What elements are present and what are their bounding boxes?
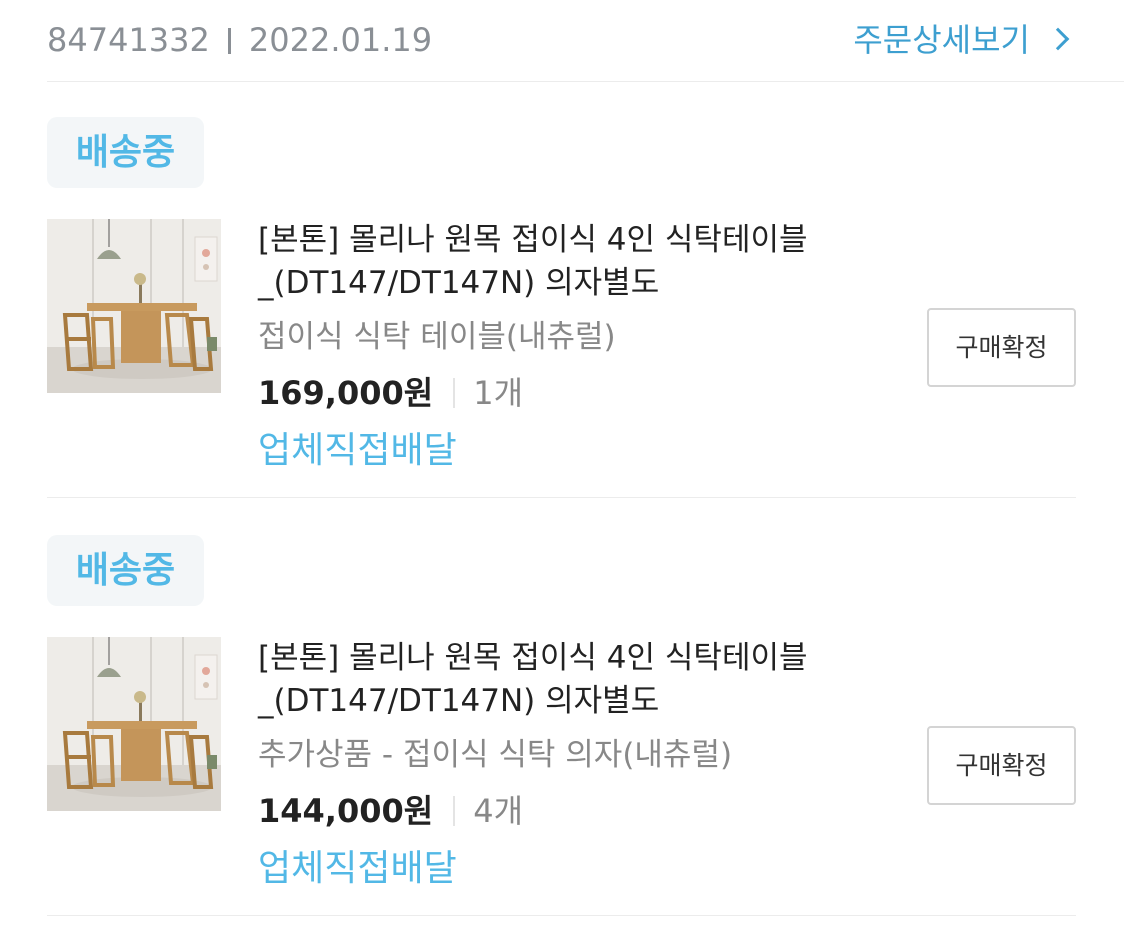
delivery-method: 업체직접배달: [258, 430, 457, 471]
confirm-purchase-button[interactable]: 구매확정: [927, 726, 1076, 805]
order-item: 배송중 [본톤] 몰리나 원목 접이식 4인 식탁테이블 _(DT147/DT1…: [47, 117, 1076, 498]
status-badge: 배송중: [47, 535, 204, 606]
order-detail-label: 주문상세보기: [853, 21, 1030, 59]
quantity: 1개: [473, 374, 524, 412]
product-option: 추가상품 - 접이식 식탁 의자(내츄럴): [258, 737, 733, 773]
product-option: 접이식 식탁 테이블(내츄럴): [258, 319, 616, 355]
product-image: [47, 637, 221, 811]
product-thumbnail[interactable]: [47, 637, 221, 811]
price: 144,000원: [258, 792, 434, 830]
product-title-line2: _(DT147/DT147N) 의자별도: [258, 683, 660, 719]
quantity: 4개: [473, 792, 524, 830]
product-title[interactable]: [본톤] 몰리나 원목 접이식 4인 식탁테이블 _(DT147/DT147N)…: [258, 219, 898, 305]
meta-divider: [227, 28, 231, 54]
order-date: 2022.01.19: [248, 21, 433, 59]
product-title-line2: _(DT147/DT147N) 의자별도: [258, 265, 660, 301]
order-item: 배송중 [본톤] 몰리나 원목 접이식 4인 식탁테이블 _(DT147/DT1…: [47, 535, 1076, 916]
quantity-divider: [453, 378, 456, 408]
price-row: 169,000원 1개: [258, 373, 523, 413]
order-meta: 84741332 2022.01.19: [47, 20, 432, 60]
quantity-divider: [453, 796, 456, 826]
order-header: 84741332 2022.01.19 주문상세보기: [47, 0, 1124, 82]
price-row: 144,000원 4개: [258, 791, 523, 831]
chevron-right-icon: [1046, 27, 1070, 51]
product-title-line1: [본톤] 몰리나 원목 접이식 4인 식탁테이블: [258, 222, 808, 258]
product-thumbnail[interactable]: [47, 219, 221, 393]
product-title[interactable]: [본톤] 몰리나 원목 접이식 4인 식탁테이블 _(DT147/DT147N)…: [258, 637, 898, 723]
product-title-line1: [본톤] 몰리나 원목 접이식 4인 식탁테이블: [258, 640, 808, 676]
order-number: 84741332: [47, 21, 210, 59]
delivery-method: 업체직접배달: [258, 848, 457, 889]
order-detail-link[interactable]: 주문상세보기: [853, 20, 1070, 60]
product-image: [47, 219, 221, 393]
price: 169,000원: [258, 374, 434, 412]
status-badge: 배송중: [47, 117, 204, 188]
confirm-purchase-button[interactable]: 구매확정: [927, 308, 1076, 387]
